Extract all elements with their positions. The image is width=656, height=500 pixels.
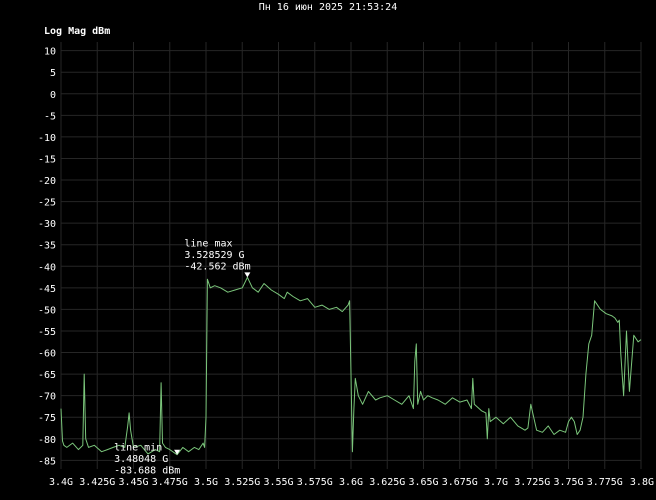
y-tick-label: -15	[38, 154, 56, 165]
y-tick-label: -75	[38, 413, 56, 424]
y-tick-label: -55	[38, 327, 56, 338]
y-tick-label: -50	[38, 305, 56, 316]
annotation-line: 3.528529 G	[184, 250, 244, 261]
x-tick-labels: 3.4G 3.425G 3.45G 3.475G 3.5G 3.525G 3.55G 3.57…	[49, 477, 654, 488]
x-tick-label: 3.525G	[224, 477, 260, 488]
x-tick-label: 3.475G	[152, 477, 188, 488]
y-tick-label: 10	[44, 47, 56, 58]
x-tick-label: 3.425G	[79, 477, 115, 488]
x-tick-label: 3.75G	[553, 477, 583, 488]
x-tick-label: 3.45G	[118, 477, 148, 488]
y-axis-label: Log Mag dBm	[44, 26, 110, 37]
x-tick-label: 3.7G	[484, 477, 508, 488]
y-tick-label: -20	[38, 176, 56, 187]
x-tick-label: 3.4G	[49, 477, 73, 488]
annotation-line: -83.688 dBm	[114, 466, 180, 477]
x-tick-label: 3.6G	[339, 477, 363, 488]
y-tick-label: -60	[38, 349, 56, 360]
x-tick-label: 3.65G	[408, 477, 438, 488]
y-tick-label: -25	[38, 198, 56, 209]
y-tick-label: 0	[50, 90, 56, 101]
x-tick-label: 3.625G	[369, 477, 405, 488]
y-tick-label: -40	[38, 262, 56, 273]
y-tick-label: -85	[38, 456, 56, 467]
spectrum-chart: Пн 16 июн 2025 21:53:24 Log Mag dBm 10 5 0…	[0, 0, 656, 500]
chart-background	[0, 0, 656, 500]
y-tick-label: -5	[44, 111, 56, 122]
x-tick-label: 3.725G	[514, 477, 550, 488]
annotation-line: -42.562 dBm	[184, 261, 250, 272]
y-tick-label: -45	[38, 284, 56, 295]
x-tick-label: 3.8G	[630, 477, 654, 488]
y-tick-label: -65	[38, 370, 56, 381]
y-tick-label: -70	[38, 392, 56, 403]
annotation-line: 3.48048 G	[114, 454, 168, 465]
annotation-line: line max	[184, 238, 232, 249]
x-tick-label: 3.5G	[194, 477, 218, 488]
x-tick-label: 3.775G	[587, 477, 623, 488]
annotation-line: line min	[114, 443, 162, 454]
x-tick-label: 3.675G	[442, 477, 478, 488]
y-tick-label: -35	[38, 241, 56, 252]
header-datetime: Пн 16 июн 2025 21:53:24	[259, 2, 397, 13]
y-tick-label: -30	[38, 219, 56, 230]
y-tick-label: -80	[38, 435, 56, 446]
y-tick-label: -10	[38, 133, 56, 144]
x-tick-label: 3.575G	[297, 477, 333, 488]
x-tick-label: 3.55G	[263, 477, 293, 488]
y-tick-label: 5	[50, 68, 56, 79]
